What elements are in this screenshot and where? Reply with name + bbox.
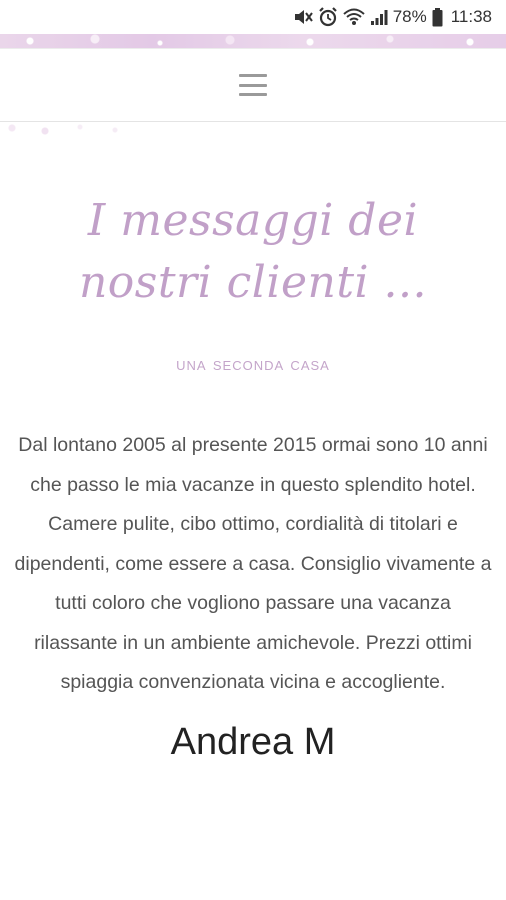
wifi-icon [343, 6, 365, 28]
testimonial-section: I messaggi dei nostri clienti ... una se… [0, 190, 506, 764]
clock-time: 11:38 [450, 7, 492, 26]
page-title: I messaggi dei nostri clienti ... [78, 195, 428, 308]
testimonial-text: Dal lontano 2005 al presente 2015 ormai … [14, 434, 492, 693]
testimonial-author: Andrea M [170, 720, 336, 763]
section-subtitle: una seconda casa [176, 354, 330, 375]
battery-percent: 78% [392, 7, 427, 26]
floral-header-band [0, 34, 506, 48]
mute-icon [293, 6, 313, 28]
signal-icon [370, 6, 388, 28]
alarm-icon [318, 6, 338, 28]
navigation-bar [0, 48, 506, 122]
floral-decoration [0, 123, 140, 137]
hamburger-menu-icon[interactable] [239, 74, 267, 96]
battery-icon [432, 6, 443, 28]
status-bar: 78% 11:38 [0, 0, 506, 34]
